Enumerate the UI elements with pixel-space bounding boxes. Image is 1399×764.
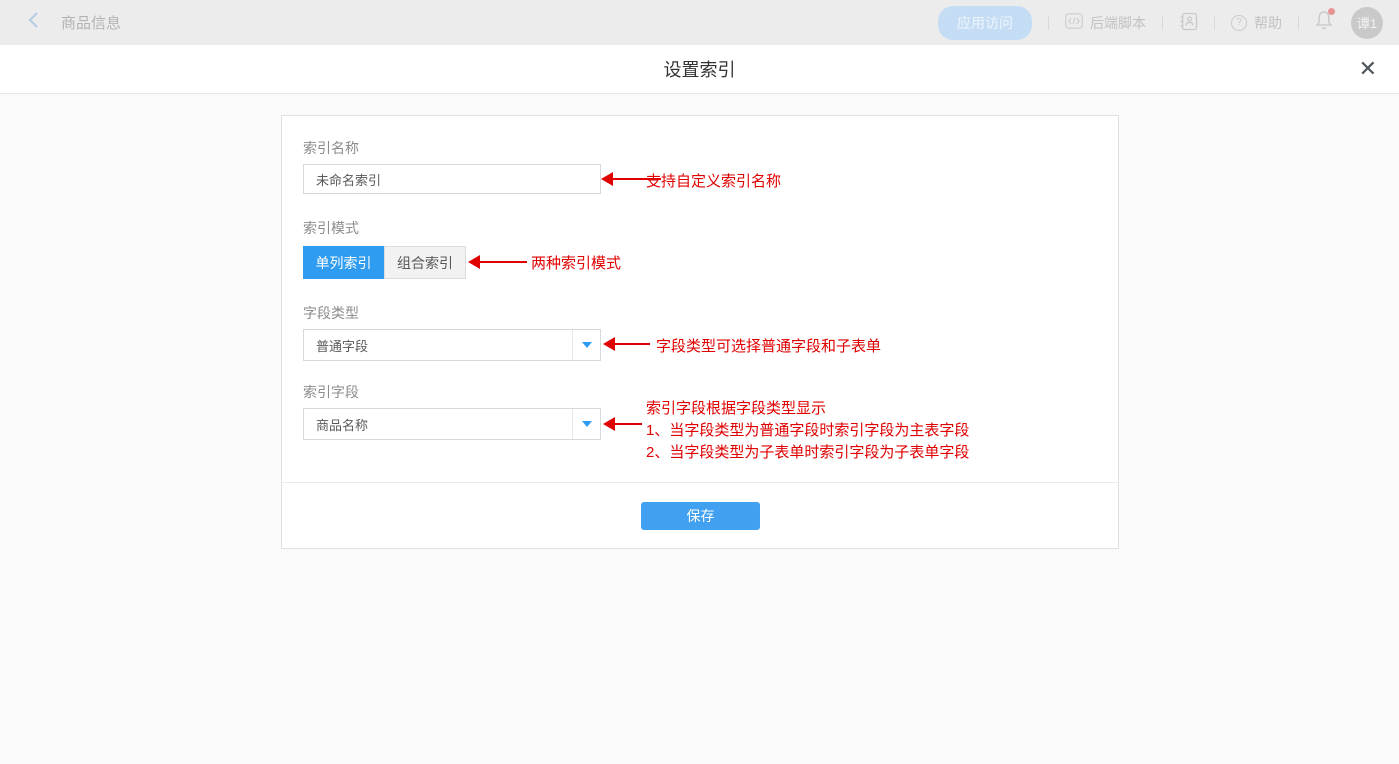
save-button[interactable]: 保存 xyxy=(641,502,760,530)
index-field-value: 商品名称 xyxy=(304,415,572,434)
index-name-label: 索引名称 xyxy=(303,138,359,158)
topbar: 商品信息 应用访问 后端脚本 xyxy=(0,0,1399,45)
modal-header: 设置索引 ✕ xyxy=(0,45,1399,94)
index-field-select[interactable]: 商品名称 xyxy=(303,408,601,440)
index-mode-toggle: 单列索引 组合索引 xyxy=(303,246,466,279)
chevron-down-icon xyxy=(572,330,600,360)
topbar-divider xyxy=(1048,16,1049,30)
question-icon: ? xyxy=(1231,15,1247,31)
contact-book-icon xyxy=(1179,12,1198,34)
field-type-select[interactable]: 普通字段 xyxy=(303,329,601,361)
notifications-button[interactable] xyxy=(1315,10,1333,35)
form-title: 商品信息 xyxy=(61,12,121,33)
index-field-label: 索引字段 xyxy=(303,382,359,402)
back-chevron-icon xyxy=(27,11,41,34)
field-type-value: 普通字段 xyxy=(304,336,572,355)
annotation-arrow-index-field xyxy=(603,417,642,431)
page-title: 设置索引 xyxy=(664,56,736,82)
close-icon[interactable]: ✕ xyxy=(1359,58,1377,80)
index-mode-label: 索引模式 xyxy=(303,218,359,238)
mode-composite-button[interactable]: 组合索引 xyxy=(384,246,466,279)
back-button[interactable] xyxy=(27,11,41,34)
avatar[interactable]: 谭1 xyxy=(1351,7,1383,39)
code-icon xyxy=(1065,13,1083,32)
annotation-field-type: 字段类型可选择普通字段和子表单 xyxy=(656,335,881,356)
notification-badge xyxy=(1328,8,1335,15)
annotation-index-mode: 两种索引模式 xyxy=(531,252,621,273)
index-name-input[interactable] xyxy=(303,164,601,194)
footer-divider xyxy=(282,482,1118,483)
help-button[interactable]: ? 帮助 xyxy=(1231,13,1282,33)
field-type-label: 字段类型 xyxy=(303,303,359,323)
topbar-divider xyxy=(1298,16,1299,30)
contacts-button[interactable] xyxy=(1179,12,1198,34)
annotation-arrow-index-mode xyxy=(468,255,527,269)
annotation-index-field-line3: 2、当字段类型为子表单时索引字段为子表单字段 xyxy=(646,442,969,464)
annotation-index-field: 索引字段根据字段类型显示 1、当字段类型为普通字段时索引字段为主表字段 2、当字… xyxy=(646,398,969,464)
annotation-index-field-line2: 1、当字段类型为普通字段时索引字段为主表字段 xyxy=(646,420,969,442)
backend-script-button[interactable]: 后端脚本 xyxy=(1065,13,1146,33)
topbar-divider xyxy=(1214,16,1215,30)
app-access-button[interactable]: 应用访问 xyxy=(938,6,1032,40)
annotation-index-name: 支持自定义索引名称 xyxy=(646,170,781,191)
annotation-index-field-line1: 索引字段根据字段类型显示 xyxy=(646,398,969,420)
topbar-divider xyxy=(1162,16,1163,30)
index-settings-card: 索引名称 支持自定义索引名称 索引模式 单列索引 组合索引 两种索引模式 字段类… xyxy=(281,115,1119,549)
mode-single-column-button[interactable]: 单列索引 xyxy=(303,246,384,279)
chevron-down-icon xyxy=(572,409,600,439)
annotation-arrow-field-type xyxy=(603,337,650,351)
